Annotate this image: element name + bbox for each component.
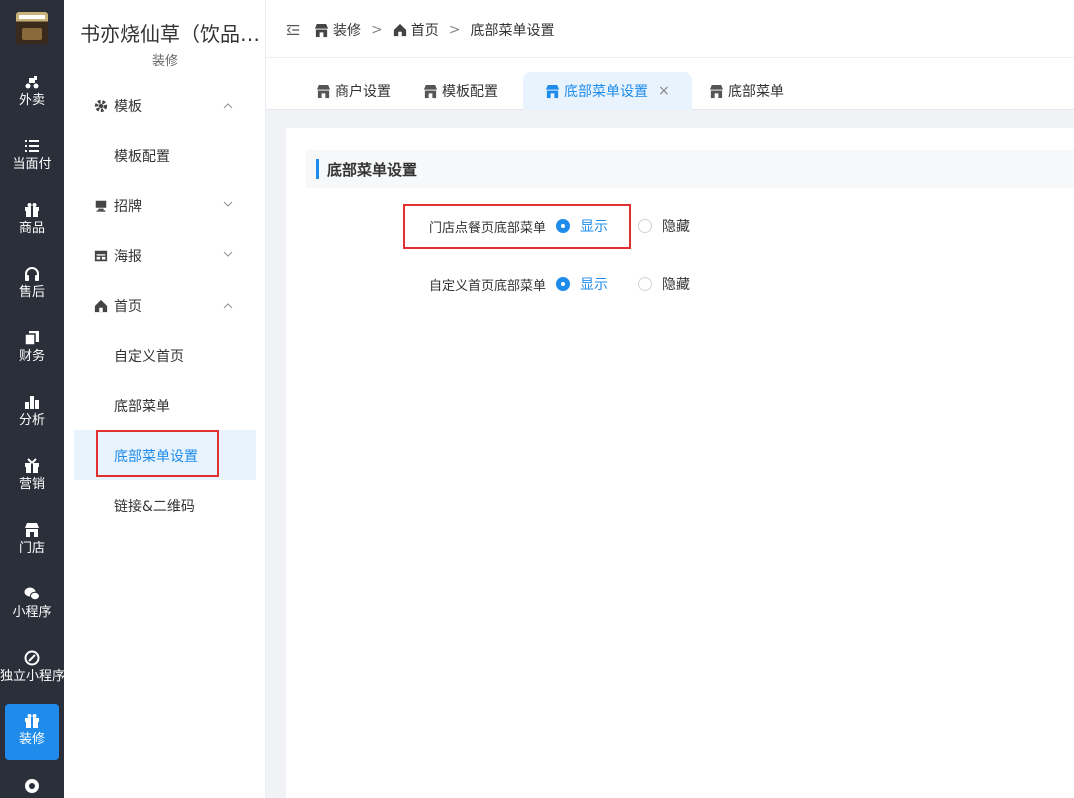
page-tabs: 商户设置 模板配置 底部菜单设置 × 底部菜单 xyxy=(266,58,1074,110)
annotation-highlight-box xyxy=(403,204,631,249)
rail-item-pay[interactable]: 当面付 xyxy=(0,130,64,186)
radio-dot-checked xyxy=(556,277,570,291)
rail-item-finance[interactable]: 财务 xyxy=(0,322,64,378)
top-header: 装修 > 首页 > 底部菜单设置 xyxy=(266,0,1074,58)
rail-label: 外卖 xyxy=(18,93,45,108)
breadcrumb-item[interactable]: 首页 xyxy=(411,20,439,40)
signboard-icon xyxy=(95,200,107,212)
home-icon xyxy=(94,299,108,313)
rail-label: 门店 xyxy=(18,541,45,556)
rail-label: 售后 xyxy=(18,285,45,300)
link-icon xyxy=(24,650,40,666)
wechat-icon xyxy=(24,587,40,601)
list-icon xyxy=(25,140,39,152)
main-nav-rail: 外卖 当面付 商品 售后 财务 分析 营销 门店 小程序 独立小程序 装修 xyxy=(0,0,64,798)
rail-item-standalone-miniprogram[interactable]: 独立小程序 xyxy=(0,642,64,698)
rail-item-miniprogram[interactable]: 小程序 xyxy=(0,578,64,634)
store-icon xyxy=(423,84,438,98)
tab-template-config[interactable]: 模板配置 xyxy=(423,72,498,110)
sidebar-item-template-config[interactable]: 模板配置 xyxy=(114,146,170,166)
sidebar-group-home[interactable]: 首页 xyxy=(94,296,142,316)
rail-label: 财务 xyxy=(18,349,45,364)
rail-label: 商品 xyxy=(18,221,45,236)
radio-dot xyxy=(638,277,652,291)
store-icon xyxy=(314,23,329,37)
rail-item-aftersale[interactable]: 售后 xyxy=(0,258,64,314)
rail-label: 小程序 xyxy=(12,605,52,620)
scooter-icon xyxy=(25,76,39,89)
section-header: 底部菜单设置 xyxy=(306,150,1074,188)
close-icon[interactable]: × xyxy=(658,83,670,99)
rail-label: 当面付 xyxy=(12,157,52,172)
breadcrumb-separator: > xyxy=(371,22,383,38)
rail-item-goods[interactable]: 商品 xyxy=(0,194,64,250)
decor-sidebar: 书亦烧仙草（饮品店） 装修 模板 模板配置 招牌 海报 首页 自定义首页 底部菜… xyxy=(64,0,266,798)
chevron-down-icon[interactable] xyxy=(222,248,234,260)
store-icon xyxy=(545,84,560,98)
breadcrumb-current: 底部菜单设置 xyxy=(470,23,555,39)
poster-icon xyxy=(94,250,108,262)
rail-item-decor[interactable]: 装修 xyxy=(5,704,59,760)
decor-icon xyxy=(25,714,39,728)
gear-icon xyxy=(94,99,108,113)
tab-merchant-settings[interactable]: 商户设置 xyxy=(316,72,391,110)
setting-label: 自定义首页底部菜单 xyxy=(428,278,546,294)
section-accent-bar xyxy=(316,159,319,179)
chevron-up-icon[interactable] xyxy=(222,300,234,312)
store-icon xyxy=(25,523,39,537)
rail-label: 分析 xyxy=(18,413,45,428)
sidebar-group-poster[interactable]: 海报 xyxy=(94,246,142,266)
collapse-menu-icon[interactable] xyxy=(286,23,300,37)
rail-item-marketing[interactable]: 营销 xyxy=(0,450,64,506)
rail-label: 独立小程序 xyxy=(0,669,64,684)
help-icon[interactable] xyxy=(24,778,40,794)
radio-hide[interactable]: 隐藏 xyxy=(638,216,690,236)
radio-show[interactable]: 显示 xyxy=(556,274,608,294)
setting-row-custom-home-menu: 自定义首页底部菜单 显示 隐藏 xyxy=(286,269,1074,299)
radio-hide[interactable]: 隐藏 xyxy=(638,274,690,294)
tab-bottom-menu-settings[interactable]: 底部菜单设置 × xyxy=(523,72,692,110)
headset-icon xyxy=(25,267,39,281)
sidebar-group-signboard[interactable]: 招牌 xyxy=(94,196,142,216)
breadcrumb-item[interactable]: 装修 xyxy=(333,20,361,40)
section-title: 底部菜单设置 xyxy=(327,160,418,179)
sidebar-group-template[interactable]: 模板 xyxy=(94,96,142,116)
shop-name: 书亦烧仙草（饮品店） xyxy=(80,22,260,46)
annotation-highlight-box xyxy=(96,430,219,477)
rail-label: 装修 xyxy=(18,732,45,747)
bar-chart-icon xyxy=(25,396,39,409)
shop-logo[interactable] xyxy=(16,12,48,44)
rail-item-takeout[interactable]: 外卖 xyxy=(0,66,64,122)
rail-item-analysis[interactable]: 分析 xyxy=(0,386,64,442)
sidebar-item-custom-home[interactable]: 自定义首页 xyxy=(114,346,184,366)
gift-icon xyxy=(25,203,39,217)
chevron-down-icon[interactable] xyxy=(222,198,234,210)
store-icon xyxy=(316,84,331,98)
sidebar-item-link-qrcode[interactable]: 链接&二维码 xyxy=(114,496,195,516)
rail-label: 营销 xyxy=(18,477,45,492)
breadcrumb: 装修 > 首页 > 底部菜单设置 xyxy=(286,20,554,40)
store-icon xyxy=(709,84,724,98)
tab-bottom-menu[interactable]: 底部菜单 xyxy=(709,72,784,110)
home-icon xyxy=(393,23,406,37)
copy-icon xyxy=(24,331,39,346)
settings-card: 底部菜单设置 门店点餐页底部菜单 显示 隐藏 自定义首页底部菜单 显示 隐藏 xyxy=(286,128,1074,798)
chevron-up-icon[interactable] xyxy=(222,100,234,112)
breadcrumb-separator: > xyxy=(448,22,461,38)
sidebar-subtitle: 装修 xyxy=(151,54,178,69)
radio-dot xyxy=(638,219,652,233)
sidebar-item-bottom-menu[interactable]: 底部菜单 xyxy=(114,396,170,416)
present-icon xyxy=(25,458,39,473)
rail-item-store[interactable]: 门店 xyxy=(0,514,64,570)
